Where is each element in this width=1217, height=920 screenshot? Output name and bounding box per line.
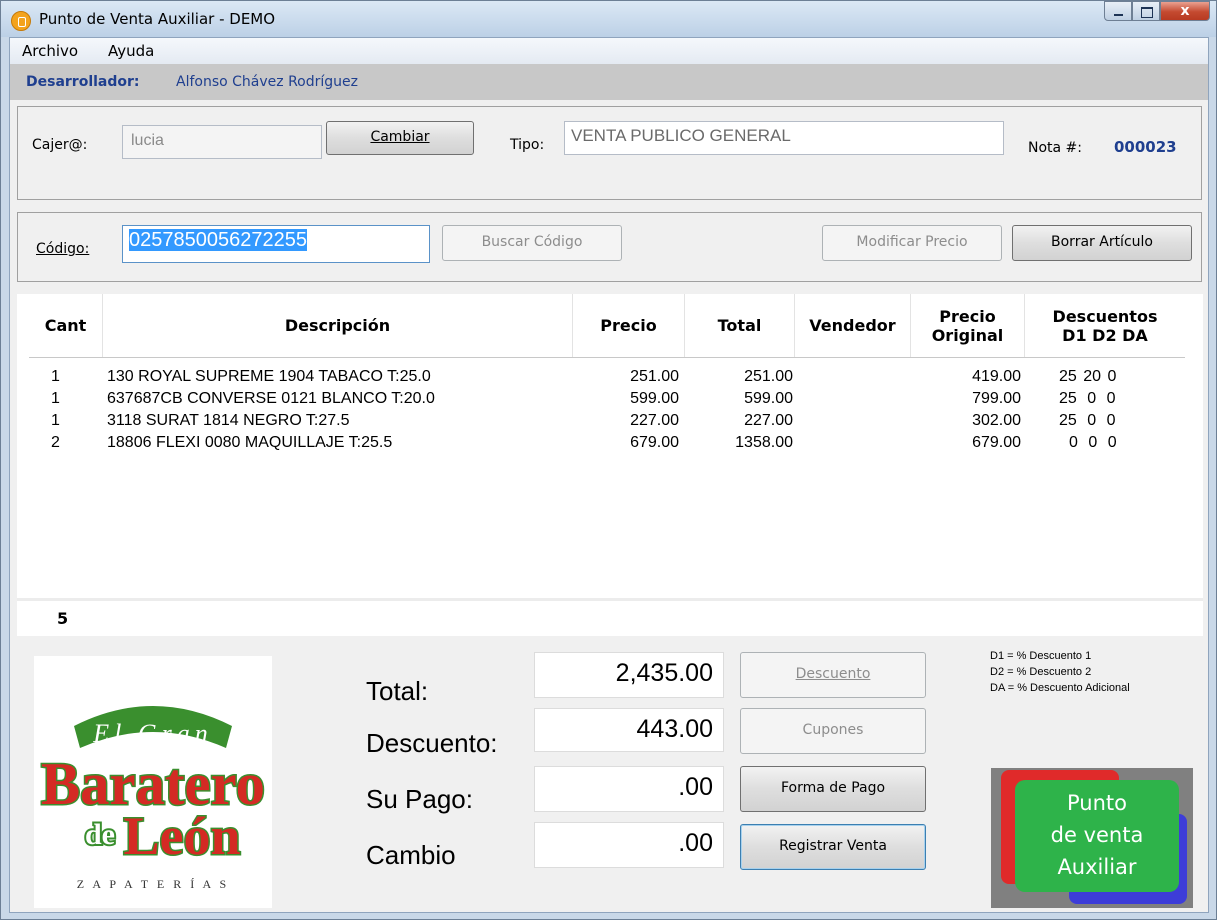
badge-line2: de venta	[1051, 823, 1144, 847]
change-cashier-label: Cambiar	[370, 129, 430, 145]
company-logo: El Gran Baratero de León Z A P A T E R Í…	[34, 656, 272, 908]
menu-archivo[interactable]: Archivo	[22, 42, 78, 60]
delete-item-button[interactable]: Borrar Artículo	[1012, 225, 1192, 261]
search-code-button[interactable]: Buscar Código	[442, 225, 622, 261]
item-count: 5	[57, 609, 69, 628]
legend-d2: D2 = % Descuento 2	[990, 666, 1092, 678]
cashier-label: Cajer@:	[32, 137, 88, 153]
window-controls: x	[1104, 1, 1210, 23]
header-descuentos[interactable]: Descuentos D1 D2 DA	[1025, 294, 1185, 357]
note-number: 000023	[1114, 138, 1177, 156]
payment-label: Su Pago:	[366, 784, 473, 814]
type-label: Tipo:	[510, 137, 545, 153]
title-bar[interactable]: Punto de Venta Auxiliar - DEMO x	[1, 1, 1216, 37]
change-cashier-button[interactable]: Cambiar	[326, 121, 474, 155]
cell-precio-original: 302.00	[972, 412, 1021, 429]
menu-ayuda[interactable]: Ayuda	[108, 42, 154, 60]
discount-button-label: Descuento	[795, 666, 871, 682]
cell-precio-original: 419.00	[972, 368, 1021, 385]
cell-descuentos: 0 0 0	[1069, 434, 1117, 451]
cell-total: 227.00	[744, 412, 793, 429]
cell-descuentos: 25 0 0	[1059, 390, 1116, 407]
cell-descripcion: 3118 SURAT 1814 NEGRO T:27.5	[107, 412, 350, 429]
modify-price-button[interactable]: Modificar Precio	[822, 225, 1002, 261]
header-precio-original[interactable]: Precio Original	[911, 294, 1025, 357]
table-row[interactable]: 1 3118 SURAT 1814 NEGRO T:27.5 227.00 22…	[29, 410, 1185, 432]
code-group: Código: 0257850056272255 Buscar Código M…	[17, 212, 1202, 282]
cell-precio: 679.00	[630, 434, 679, 451]
close-button[interactable]: x	[1160, 1, 1210, 21]
cell-descripcion: 130 ROYAL SUPREME 1904 TABACO T:25.0	[107, 368, 431, 385]
menu-bar: Archivo Ayuda	[10, 38, 1208, 64]
cell-cant: 1	[51, 368, 60, 385]
badge-line1: Punto	[1067, 791, 1127, 815]
cell-total: 599.00	[744, 390, 793, 407]
cell-descuentos: 25 20 0	[1059, 368, 1117, 385]
payment-method-button[interactable]: Forma de Pago	[740, 766, 926, 812]
cell-precio: 599.00	[630, 390, 679, 407]
pva-badge-graphic: Punto de venta Auxiliar	[1001, 770, 1187, 904]
cashier-group: Cajer@: lucia Cambiar Tipo: VENTA PUBLIC…	[17, 106, 1202, 200]
table-row[interactable]: 1 130 ROYAL SUPREME 1904 TABACO T:25.0 2…	[29, 366, 1185, 388]
code-input[interactable]: 0257850056272255	[122, 225, 430, 263]
logo-line4: León	[123, 806, 240, 866]
legend-d1: D1 = % Descuento 1	[990, 650, 1092, 662]
cell-cant: 1	[51, 390, 60, 407]
cell-total: 1358.00	[735, 434, 793, 451]
window-title: Punto de Venta Auxiliar - DEMO	[39, 10, 276, 28]
change-label: Cambio	[366, 840, 456, 870]
minimize-button[interactable]	[1104, 1, 1132, 21]
cell-precio-original: 679.00	[972, 434, 1021, 451]
cell-descuentos: 25 0 0	[1059, 412, 1116, 429]
cell-cant: 2	[51, 434, 60, 451]
discount-value: 443.00	[534, 708, 724, 752]
cell-precio: 251.00	[630, 368, 679, 385]
cell-descripcion: 637687CB CONVERSE 0121 BLANCO T:20.0	[107, 390, 435, 407]
type-field[interactable]: VENTA PUBLICO GENERAL	[564, 121, 1004, 155]
maximize-button[interactable]	[1132, 1, 1160, 21]
total-label: Total:	[366, 676, 429, 706]
code-selected-text: 0257850056272255	[129, 229, 307, 251]
legend-da: DA = % Descuento Adicional	[990, 682, 1130, 694]
note-label: Nota #:	[1028, 140, 1083, 156]
cell-total: 251.00	[744, 368, 793, 385]
client-area: Archivo Ayuda Desarrollador: Alfonso Chá…	[9, 37, 1209, 913]
grid-header: Cant Descripción Precio Total Vendedor P…	[29, 294, 1185, 358]
discount-label: Descuento:	[366, 728, 498, 758]
coupons-button[interactable]: Cupones	[740, 708, 926, 754]
discount-button[interactable]: Descuento	[740, 652, 926, 698]
change-value: .00	[534, 822, 724, 868]
developer-name: Alfonso Chávez Rodríguez	[176, 74, 358, 90]
logo-line3: de	[85, 818, 115, 851]
code-label: Código:	[36, 241, 90, 257]
table-row[interactable]: 2 18806 FLEXI 0080 MAQUILLAJE T:25.5 679…	[29, 432, 1185, 454]
header-cant[interactable]: Cant	[29, 294, 103, 357]
header-vendedor[interactable]: Vendedor	[795, 294, 911, 357]
main-window: Punto de Venta Auxiliar - DEMO x Archivo…	[0, 0, 1217, 920]
cell-precio-original: 799.00	[972, 390, 1021, 407]
header-descripcion[interactable]: Descripción	[103, 294, 573, 357]
logo-line1: El Gran	[92, 719, 213, 748]
cashier-field[interactable]: lucia	[122, 125, 322, 159]
app-icon	[11, 11, 31, 31]
cell-cant: 1	[51, 412, 60, 429]
badge-line3: Auxiliar	[1057, 855, 1136, 879]
payment-input[interactable]: .00	[534, 766, 724, 812]
pva-badge: Punto de venta Auxiliar	[991, 768, 1193, 908]
baratero-logo-graphic: El Gran Baratero de León Z A P A T E R Í…	[40, 706, 267, 891]
register-sale-button[interactable]: Registrar Venta	[740, 824, 926, 870]
items-grid[interactable]: Cant Descripción Precio Total Vendedor P…	[17, 294, 1203, 634]
table-row[interactable]: 1 637687CB CONVERSE 0121 BLANCO T:20.0 5…	[29, 388, 1185, 410]
developer-label: Desarrollador:	[26, 74, 140, 90]
cell-descripcion: 18806 FLEXI 0080 MAQUILLAJE T:25.5	[107, 434, 393, 451]
total-value: 2,435.00	[534, 652, 724, 698]
header-total[interactable]: Total	[685, 294, 795, 357]
developer-bar: Desarrollador: Alfonso Chávez Rodríguez	[10, 64, 1208, 100]
logo-line5: Z A P A T E R Í A S	[77, 877, 229, 891]
cell-precio: 227.00	[630, 412, 679, 429]
item-count-bar: 5	[17, 598, 1203, 636]
header-precio[interactable]: Precio	[573, 294, 685, 357]
